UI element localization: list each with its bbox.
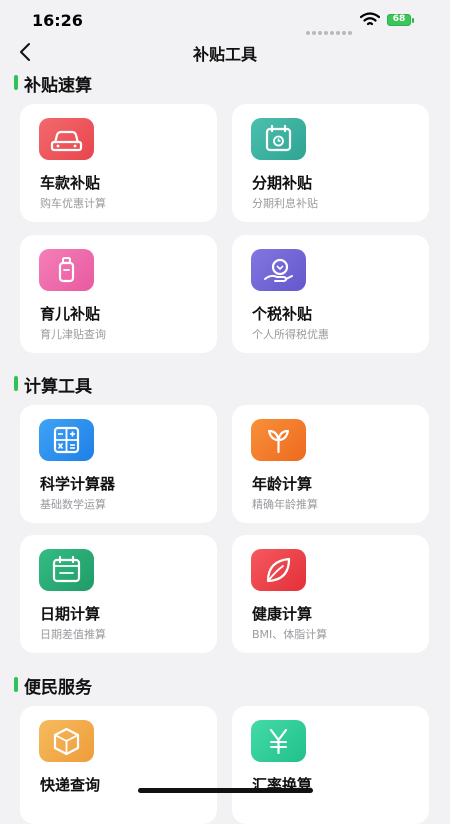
car-icon	[39, 118, 94, 160]
card-exchange-rate[interactable]: 汇率换算	[232, 706, 429, 824]
card-title: 年龄计算	[252, 475, 313, 493]
yuan-icon	[251, 720, 306, 762]
card-title: 日期计算	[40, 605, 101, 623]
card-subtitle: 精确年龄推算	[252, 498, 318, 511]
card-title: 科学计算器	[40, 475, 116, 493]
leaf-icon	[251, 549, 306, 591]
card-subtitle: 育儿津贴查询	[40, 328, 106, 341]
calendar-clock-icon	[251, 118, 306, 160]
card-date-calculator[interactable]: 日期计算 日期差值推算	[20, 535, 217, 653]
section-title: 补贴速算	[24, 76, 92, 96]
card-car-subsidy[interactable]: 车款补贴 购车优惠计算	[20, 104, 217, 222]
calculator-icon	[39, 419, 94, 461]
calendar-icon	[39, 549, 94, 591]
status-bar: 16:26 68	[0, 0, 450, 40]
tax-coin-icon	[251, 249, 306, 291]
card-title: 育儿补贴	[40, 305, 101, 323]
status-time: 16:26	[32, 11, 83, 30]
card-childcare-subsidy[interactable]: 育儿补贴 育儿津贴查询	[20, 235, 217, 353]
card-express-query[interactable]: 快递查询	[20, 706, 217, 824]
page-title: 补贴工具	[192, 45, 257, 64]
sprout-icon	[251, 419, 306, 461]
back-button[interactable]	[14, 40, 38, 64]
card-subtitle: 分期利息补贴	[252, 197, 318, 210]
section-accent-bar	[14, 677, 18, 692]
baby-bottle-icon	[39, 249, 94, 291]
card-subtitle: 个人所得税优惠	[252, 328, 329, 341]
card-title: 车款补贴	[40, 174, 101, 192]
card-subtitle: 日期差值推算	[40, 628, 106, 641]
card-title: 健康计算	[252, 605, 313, 623]
home-indicator[interactable]	[138, 788, 313, 793]
card-subtitle: 基础数学运算	[40, 498, 106, 511]
card-health-calculator[interactable]: 健康计算 BMI、体脂计算	[232, 535, 429, 653]
battery-icon: 68	[387, 14, 411, 26]
card-tax-subsidy[interactable]: 个税补贴 个人所得税优惠	[232, 235, 429, 353]
card-subtitle: BMI、体脂计算	[252, 628, 328, 641]
card-subtitle: 购车优惠计算	[40, 197, 106, 210]
wifi-icon	[360, 12, 380, 26]
battery-level: 68	[392, 14, 406, 24]
card-title: 个税补贴	[252, 305, 313, 323]
card-age-calculator[interactable]: 年龄计算 精确年龄推算	[232, 405, 429, 523]
battery-cap	[412, 18, 414, 23]
section-title: 计算工具	[24, 377, 92, 397]
signal-icon	[306, 20, 356, 35]
card-title: 快递查询	[40, 776, 101, 794]
section-title: 便民服务	[24, 678, 92, 698]
card-title: 分期补贴	[252, 174, 313, 192]
package-icon	[39, 720, 94, 762]
nav-bar: 补贴工具	[0, 36, 450, 68]
card-scientific-calculator[interactable]: 科学计算器 基础数学运算	[20, 405, 217, 523]
section-accent-bar	[14, 376, 18, 391]
section-accent-bar	[14, 75, 18, 90]
card-installment-subsidy[interactable]: 分期补贴 分期利息补贴	[232, 104, 429, 222]
